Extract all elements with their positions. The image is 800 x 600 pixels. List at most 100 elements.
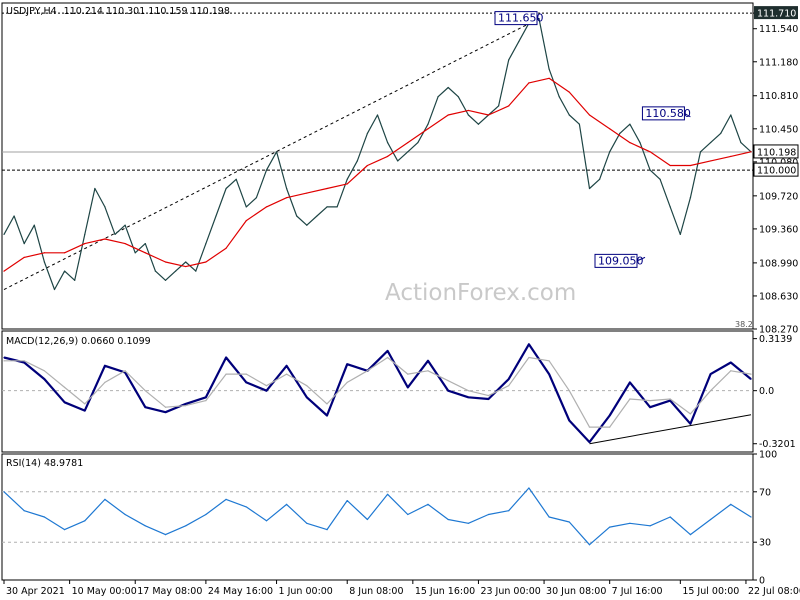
series-point-price (629, 123, 631, 125)
series-point-price (225, 187, 227, 190)
series-point-ma (164, 261, 167, 263)
series-point-macd (43, 378, 45, 380)
series-point-macd (346, 363, 348, 365)
series-point-rsi (205, 513, 207, 516)
price-panel-frame (1, 2, 754, 330)
x-tick-label: 30 Apr 2021 (6, 586, 65, 597)
series-point-price (3, 233, 5, 236)
series-point-rsi (467, 522, 469, 524)
x-tick-label: 22 Jul 08:00 (748, 586, 800, 597)
series-point-rsi (386, 493, 389, 495)
series-point-price (326, 206, 328, 208)
series-point-macd (164, 411, 167, 413)
series-point-price (548, 68, 550, 70)
series-point-price (114, 233, 116, 236)
series-point-rsi (326, 529, 328, 531)
series-point-price (23, 242, 25, 245)
chart-canvas: USDJPY,H4 110.214 110.301 110.159 110.19… (1, 2, 800, 597)
series-point-ma (750, 151, 752, 153)
series-point-ma (730, 155, 732, 157)
series-point-ma (104, 238, 106, 240)
series-point-ma (669, 164, 671, 167)
series-point-ma (3, 270, 5, 272)
series-point-price (154, 270, 157, 272)
series-point-rsi (407, 513, 409, 516)
series-point-signal (710, 390, 712, 392)
series-point-ma (508, 105, 510, 107)
series-point-price (336, 206, 338, 208)
series-point-price (63, 270, 66, 272)
series-point-price (679, 233, 681, 236)
price-panel-title: USDJPY,H4 (6, 6, 57, 17)
series-point-ma (629, 141, 631, 144)
series-point-price (255, 197, 257, 199)
series-point-rsi (23, 510, 25, 512)
series-point-price (235, 178, 237, 180)
series-point-signal (487, 395, 490, 397)
macd-panel-header: MACD(12,26,9) 0.0660 0.1099 (6, 336, 151, 347)
x-tick-label: 30 Jun 08:00 (546, 586, 606, 597)
x-tick-label: 1 Jun 00:00 (279, 586, 333, 597)
y-tick-label: 111.540 (759, 24, 798, 35)
series-point-signal (185, 404, 187, 407)
series-point-rsi (346, 500, 348, 502)
x-tick-label: 15 Jun 16:00 (415, 586, 475, 597)
series-point-price (215, 215, 217, 217)
x-tick-label: 17 May 08:00 (137, 586, 202, 597)
series-point-signal (104, 381, 106, 383)
series-point-rsi (548, 516, 550, 518)
x-tick-label: 24 May 16:00 (208, 586, 273, 597)
series-point-price (144, 242, 146, 245)
series-point-price (53, 288, 56, 291)
y-tick-label: 0 (759, 576, 765, 587)
series-point-signal (144, 390, 146, 392)
series-point-price (518, 40, 520, 43)
series-point-ma (487, 114, 490, 116)
series-point-signal (386, 356, 389, 359)
series-point-rsi (528, 487, 530, 489)
series-point-ma (185, 265, 187, 268)
series-point-ma (609, 128, 611, 130)
series-point-ma (84, 242, 86, 245)
series-point-price (134, 252, 136, 254)
series-point-signal (669, 398, 671, 400)
series-point-rsi (508, 510, 510, 512)
series-point-price (386, 141, 389, 144)
series-point-price (164, 279, 167, 281)
series-point-macd (407, 386, 409, 388)
series-point-ma (588, 114, 591, 116)
series-point-ma (649, 151, 651, 153)
series-point-rsi (306, 522, 308, 524)
series-point-signal (265, 385, 268, 387)
series-point-macd (225, 356, 227, 359)
series-point-price (740, 141, 742, 144)
series-point-price (245, 206, 247, 208)
series-point-price (730, 114, 732, 116)
y-tick-label: 110.450 (759, 124, 798, 135)
series-point-rsi (265, 520, 268, 522)
series-point-signal (588, 426, 591, 428)
series-point-signal (346, 381, 348, 383)
price-panel-ohlc: 110.214 110.301 110.159 110.198 (64, 6, 230, 17)
series-point-macd (104, 365, 106, 367)
series-point-rsi (588, 544, 591, 546)
series-point-macd (487, 398, 490, 400)
series-point-rsi (164, 534, 167, 536)
series-point-price (195, 270, 197, 272)
series-point-price (376, 114, 379, 116)
series-point-rsi (447, 518, 449, 521)
series-point-macd (427, 360, 429, 362)
y-tick-label: 111.180 (759, 57, 798, 68)
x-tick-label: 15 Jul 00:00 (682, 586, 739, 597)
series-point-signal (164, 406, 167, 408)
series-point-signal (407, 373, 409, 375)
rsi-panel-frame (1, 453, 754, 581)
series-point-ma (245, 220, 247, 222)
series-point-macd (326, 414, 328, 417)
x-tick-label: 8 Jun 08:00 (349, 586, 403, 597)
series-point-ma (548, 77, 550, 79)
series-point-price (316, 215, 318, 217)
callout-leader (536, 17, 540, 20)
callout-label: 110.580 (645, 107, 691, 120)
series-point-macd (306, 396, 308, 398)
